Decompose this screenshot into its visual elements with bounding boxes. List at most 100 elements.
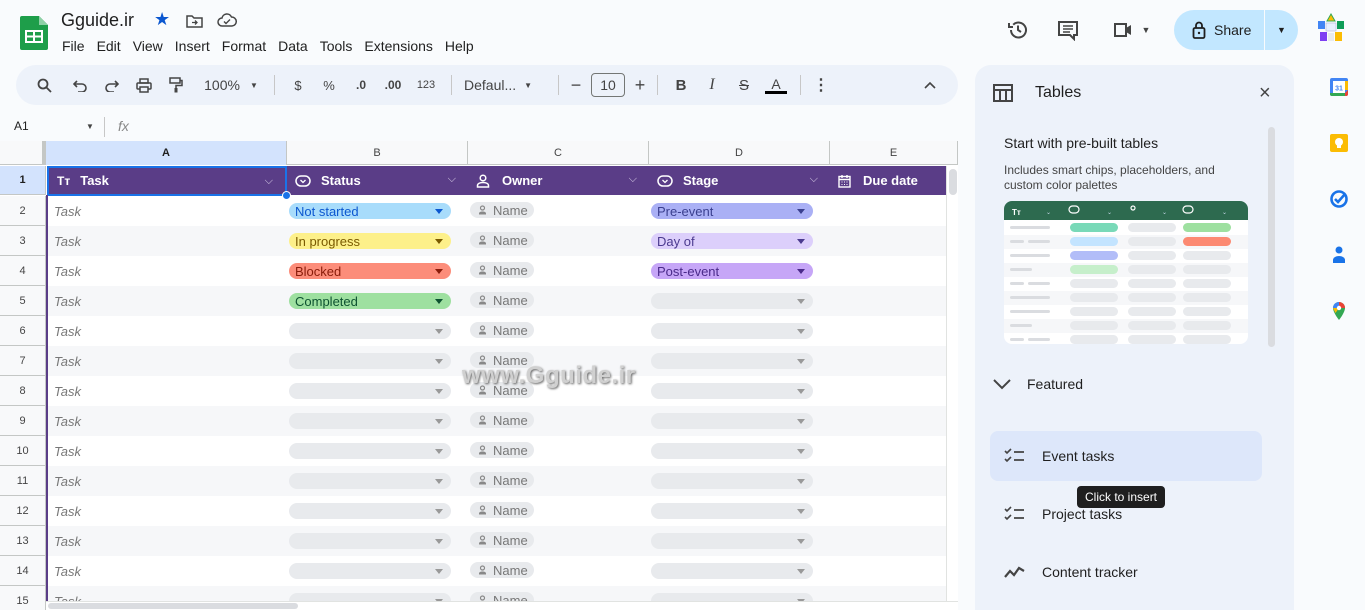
due-date-cell[interactable] (830, 286, 946, 316)
stage-cell[interactable] (649, 323, 830, 339)
currency-format-button[interactable]: $ (283, 71, 313, 99)
row-header[interactable]: 14 (0, 556, 46, 586)
menu-format[interactable]: Format (216, 38, 272, 54)
paint-format-button[interactable] (160, 71, 192, 99)
sheets-logo-icon[interactable] (20, 16, 48, 50)
row-header[interactable]: 11 (0, 466, 46, 496)
move-folder-icon[interactable] (186, 14, 203, 28)
status-cell[interactable] (287, 413, 468, 429)
row-header[interactable]: 15 (0, 586, 46, 610)
row-header[interactable]: 2 (0, 196, 46, 226)
decrease-decimal-button[interactable]: .0 (345, 71, 377, 99)
meet-button[interactable]: ▼ (1108, 16, 1154, 44)
stage-chip[interactable] (651, 293, 813, 309)
google-apps-icon[interactable] (1317, 13, 1345, 43)
panel-scrollbar[interactable] (1268, 127, 1275, 347)
due-date-cell[interactable] (830, 436, 946, 466)
status-chip[interactable]: In progress (289, 233, 451, 249)
task-cell[interactable]: Task (47, 414, 287, 429)
stage-chip[interactable] (651, 323, 813, 339)
status-cell[interactable] (287, 323, 468, 339)
stage-chip[interactable] (651, 563, 813, 579)
more-options-button[interactable]: ⋮ (809, 71, 833, 99)
due-date-cell[interactable] (830, 526, 946, 556)
menu-insert[interactable]: Insert (169, 38, 216, 54)
row-header[interactable]: 3 (0, 226, 46, 256)
task-cell[interactable]: Task (47, 474, 287, 489)
stage-cell[interactable] (649, 383, 830, 399)
task-cell[interactable]: Task (47, 204, 287, 219)
stage-cell[interactable] (649, 503, 830, 519)
status-chip[interactable] (289, 353, 451, 369)
chevron-down-icon[interactable]: ⌵ (265, 175, 273, 188)
menu-extensions[interactable]: Extensions (358, 38, 438, 54)
collapse-toolbar-button[interactable] (918, 71, 942, 99)
people-chip[interactable]: Name (470, 322, 534, 338)
bold-button[interactable]: B (666, 71, 696, 99)
owner-cell[interactable]: Name (468, 562, 649, 580)
row-header[interactable]: 9 (0, 406, 46, 436)
header-cell-owner[interactable]: Owner ⌵ (468, 166, 649, 195)
task-cell[interactable]: Task (47, 444, 287, 459)
status-chip[interactable] (289, 473, 451, 489)
chevron-down-icon[interactable]: ⌵ (448, 173, 456, 186)
status-cell[interactable] (287, 443, 468, 459)
row-header[interactable]: 7 (0, 346, 46, 376)
stage-cell[interactable] (649, 413, 830, 429)
menu-file[interactable]: File (56, 38, 91, 54)
formula-input[interactable] (140, 114, 958, 138)
star-icon[interactable]: ★ (154, 9, 170, 30)
stage-cell[interactable]: Post-event (649, 263, 830, 279)
stage-chip[interactable] (651, 473, 813, 489)
due-date-cell[interactable] (830, 406, 946, 436)
maps-app-icon[interactable] (1329, 301, 1349, 321)
increase-decimal-button[interactable]: .00 (377, 71, 409, 99)
people-chip[interactable]: Name (470, 202, 534, 218)
people-chip[interactable]: Name (470, 262, 534, 278)
stage-chip[interactable] (651, 383, 813, 399)
chevron-down-icon[interactable]: ⌵ (629, 173, 637, 186)
column-header-e[interactable]: E (830, 141, 958, 165)
calendar-app-icon[interactable]: 31 (1329, 77, 1349, 97)
text-color-button[interactable]: A (760, 71, 792, 99)
owner-cell[interactable]: Name (468, 232, 649, 250)
row-header[interactable]: 13 (0, 526, 46, 556)
task-cell[interactable]: Task (47, 234, 287, 249)
people-chip[interactable]: Name (470, 292, 534, 308)
stage-chip[interactable] (651, 353, 813, 369)
vertical-scrollbar[interactable] (946, 166, 958, 606)
vertical-scroll-thumb[interactable] (949, 169, 957, 195)
status-cell[interactable] (287, 503, 468, 519)
status-chip[interactable]: Blocked (289, 263, 451, 279)
horizontal-scrollbar[interactable] (0, 601, 958, 610)
menu-help[interactable]: Help (439, 38, 480, 54)
row-header[interactable]: 8 (0, 376, 46, 406)
stage-chip[interactable]: Post-event (651, 263, 813, 279)
column-header-d[interactable]: D (649, 141, 830, 165)
contacts-app-icon[interactable] (1329, 245, 1349, 265)
due-date-cell[interactable] (830, 226, 946, 256)
status-cell[interactable] (287, 383, 468, 399)
task-cell[interactable]: Task (47, 534, 287, 549)
status-chip[interactable] (289, 323, 451, 339)
status-cell[interactable]: In progress (287, 233, 468, 249)
header-cell-stage[interactable]: Stage ⌵ (649, 166, 830, 195)
share-dropdown-button[interactable]: ▼ (1265, 25, 1298, 35)
task-cell[interactable]: Task (47, 294, 287, 309)
due-date-cell[interactable] (830, 196, 946, 226)
people-chip[interactable]: Name (470, 442, 534, 458)
people-chip[interactable]: Name (470, 562, 534, 578)
undo-button[interactable] (64, 71, 96, 99)
stage-cell[interactable] (649, 563, 830, 579)
column-header-a[interactable]: A (46, 141, 287, 165)
row-header[interactable]: 6 (0, 316, 46, 346)
status-chip[interactable] (289, 383, 451, 399)
stage-cell[interactable] (649, 533, 830, 549)
status-chip[interactable]: Not started (289, 203, 451, 219)
stage-cell[interactable] (649, 473, 830, 489)
decrease-font-size-button[interactable]: − (567, 71, 585, 99)
status-cell[interactable]: Completed (287, 293, 468, 309)
name-box-caret-icon[interactable]: ▼ (86, 122, 94, 131)
menu-data[interactable]: Data (272, 38, 314, 54)
row-header[interactable]: 10 (0, 436, 46, 466)
